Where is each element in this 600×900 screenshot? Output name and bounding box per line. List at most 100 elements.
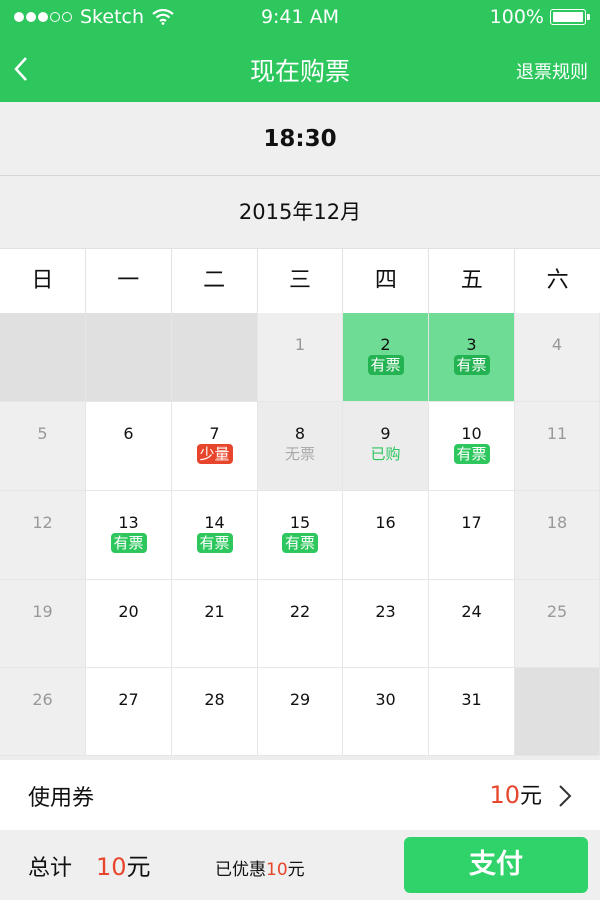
day-number: 5 [37, 424, 48, 443]
calendar-day[interactable]: 14 有票 [172, 491, 258, 580]
weekday-label: 一 [86, 249, 172, 313]
total-label: 总计 [28, 856, 73, 881]
calendar-day[interactable]: 7 少量 [172, 402, 258, 491]
status-bar: Sketch 9:41 AM 100% [0, 0, 600, 36]
coupon-label: 使用券 [28, 786, 95, 811]
day-number: 27 [118, 690, 139, 709]
ticket-status-badge: 有票 [453, 444, 490, 464]
day-number: 11 [546, 424, 568, 443]
calendar-day[interactable]: 16 [343, 491, 429, 580]
calendar-day[interactable]: 24 [429, 580, 515, 668]
day-number: 31 [461, 690, 482, 709]
day-number: 30 [375, 690, 396, 709]
calendar-day: 8 无票 [258, 402, 343, 491]
calendar-day: 18 [515, 491, 600, 580]
day-number: 12 [32, 513, 53, 532]
day-number: 2 [380, 335, 391, 354]
calendar-blank-cell [0, 313, 86, 402]
calendar-blank-cell [515, 668, 600, 756]
day-number: 24 [461, 602, 482, 621]
coupon-value: 10元 [489, 778, 542, 810]
ticket-status-badge: 有票 [196, 533, 233, 553]
day-number: 22 [289, 602, 311, 621]
calendar-day[interactable]: 15 有票 [258, 491, 343, 580]
battery-icon [550, 9, 590, 25]
day-number: 18 [546, 513, 568, 532]
day-number: 28 [204, 690, 225, 709]
calendar-day: 5 [0, 402, 86, 491]
calendar-day[interactable]: 13 有票 [86, 491, 172, 580]
day-number: 15 [289, 513, 311, 532]
ticket-status-badge: 少量 [196, 444, 233, 464]
calendar-day: 12 [0, 491, 86, 580]
calendar-day: 11 [515, 402, 600, 491]
total-amount: 10元 [96, 847, 151, 882]
day-number: 8 [294, 424, 306, 443]
weekday-label: 六 [546, 268, 569, 293]
discount-text: 已优惠10元 [215, 855, 305, 880]
nav-bar: 现在购票 退票规则 [0, 36, 600, 102]
day-number: 23 [375, 602, 396, 621]
calendar-day: 4 [515, 313, 600, 402]
calendar-day[interactable]: 2 有票 [343, 313, 429, 402]
day-number: 29 [289, 690, 311, 709]
calendar-day[interactable]: 22 [258, 580, 343, 668]
calendar-day: 26 [0, 668, 86, 756]
weekday-label: 三 [258, 249, 344, 313]
discount-number: 10 [266, 860, 288, 880]
day-number: 14 [204, 513, 225, 532]
day-number: 9 [380, 424, 391, 443]
calendar-day: 25 [515, 580, 600, 668]
ticket-status-badge: 无票 [284, 445, 316, 463]
day-number: 21 [204, 602, 225, 621]
day-number: 13 [118, 513, 139, 532]
day-number: 26 [32, 690, 53, 709]
calendar-day[interactable]: 29 [258, 668, 343, 756]
calendar-day[interactable]: 17 [429, 491, 515, 580]
status-right: 100% [490, 6, 590, 28]
day-number: 7 [209, 424, 220, 443]
day-number: 3 [466, 335, 477, 354]
calendar-day[interactable]: 31 [429, 668, 515, 756]
calendar-day[interactable]: 21 [172, 580, 258, 668]
day-number: 16 [375, 513, 396, 532]
calendar-day[interactable]: 10 有票 [429, 402, 515, 491]
calendar-day: 9 已购 [343, 402, 429, 491]
ticket-status-badge: 有票 [453, 355, 490, 375]
chevron-right-icon[interactable] [558, 784, 572, 808]
calendar-day[interactable]: 3 有票 [429, 313, 515, 402]
calendar-day[interactable]: 27 [86, 668, 172, 756]
ticket-status-badge: 有票 [367, 355, 404, 375]
page-title: 现在购票 [249, 57, 350, 86]
ticket-status-badge: 有票 [281, 533, 319, 553]
calendar-blank-cell [86, 313, 172, 402]
coupon-row[interactable]: 使用券 10元 [0, 760, 600, 830]
coupon-amount: 10 [489, 781, 520, 809]
day-number: 1 [294, 335, 306, 354]
calendar-day: 19 [0, 580, 86, 668]
calendar-day[interactable]: 20 [86, 580, 172, 668]
calendar-day[interactable]: 28 [172, 668, 258, 756]
weekday-label: 日 [0, 249, 86, 313]
refund-rules-link[interactable]: 退票规则 [516, 58, 588, 84]
calendar-day[interactable]: 23 [343, 580, 429, 668]
weekday-label: 二 [172, 249, 258, 313]
day-number: 20 [118, 602, 139, 621]
day-number: 19 [32, 602, 53, 621]
calendar-day[interactable]: 6 [86, 402, 172, 491]
weekday-header: 日 一 二 三 四 五 六 [0, 248, 600, 313]
day-number: 25 [546, 602, 568, 621]
checkout-footer: 总计 10元 已优惠10元 支付 [0, 830, 600, 900]
day-number: 17 [461, 513, 482, 532]
calendar-day: 1 [258, 313, 343, 402]
discount-unit: 元 [287, 860, 305, 880]
calendar-month: 2015年12月 [0, 176, 600, 248]
coupon-unit: 元 [519, 784, 542, 809]
pay-button[interactable]: 支付 [404, 837, 588, 893]
day-number: 10 [461, 424, 482, 443]
calendar-day[interactable]: 30 [343, 668, 429, 756]
calendar-grid: 1 2 有票 3 有票 4 5 6 7 少量 8 无票 9 已购 10 有票 11 12 13 有票 14 有票 15 有票 1… [0, 313, 600, 756]
calendar-blank-cell [172, 313, 258, 402]
ticket-status-badge: 有票 [110, 533, 147, 553]
total-unit: 元 [126, 853, 151, 881]
